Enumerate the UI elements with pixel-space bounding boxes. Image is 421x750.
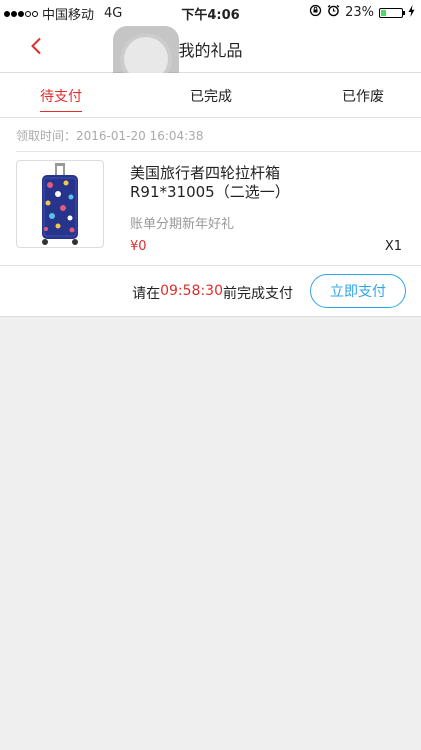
payment-deadline: 请在 09:58:30 前完成支付 bbox=[132, 283, 293, 303]
order-card: 领取时间：2016-01-20 16:04:38 美国旅行者四轮拉杆箱 R91*… bbox=[0, 118, 421, 317]
product-subtitle: 账单分期新年好礼 bbox=[130, 217, 235, 232]
alarm-icon bbox=[327, 4, 340, 21]
product-price: ¥0 bbox=[130, 239, 147, 254]
tab-voided[interactable]: 已作废 bbox=[342, 86, 384, 106]
divider bbox=[0, 316, 421, 317]
pay-now-button[interactable]: 立即支付 bbox=[310, 274, 406, 308]
divider bbox=[16, 151, 421, 152]
rotation-lock-icon bbox=[309, 4, 322, 21]
page-title: 我的礼品 bbox=[178, 41, 243, 60]
suitcase-image bbox=[42, 163, 78, 245]
divider bbox=[0, 265, 421, 266]
battery-percent: 23% bbox=[345, 5, 374, 20]
product-name-line2: R91*31005（二选一） bbox=[130, 183, 290, 201]
product-name[interactable]: 美国旅行者四轮拉杆箱 R91*31005（二选一） bbox=[130, 164, 380, 202]
status-right: 23% bbox=[309, 4, 415, 21]
product-name-line1: 美国旅行者四轮拉杆箱 bbox=[130, 164, 281, 182]
product-thumbnail[interactable] bbox=[16, 160, 104, 248]
payment-deadline-suffix: 前完成支付 bbox=[223, 286, 293, 302]
claim-time: 领取时间：2016-01-20 16:04:38 bbox=[16, 129, 204, 143]
tab-completed[interactable]: 已完成 bbox=[190, 86, 232, 106]
battery-icon bbox=[379, 7, 405, 18]
payment-deadline-prefix: 请在 bbox=[132, 286, 161, 302]
payment-countdown: 09:58:30 bbox=[160, 283, 223, 299]
product-quantity: X1 bbox=[384, 239, 402, 254]
status-bar: 中国移动 4G 下午4:06 23% bbox=[0, 0, 421, 24]
tab-pending-payment[interactable]: 待支付 bbox=[40, 86, 82, 112]
nav-bar: 我的礼品 bbox=[0, 24, 421, 92]
tab-bar: 待支付 已完成 已作废 bbox=[0, 73, 421, 118]
charging-icon bbox=[408, 4, 415, 21]
